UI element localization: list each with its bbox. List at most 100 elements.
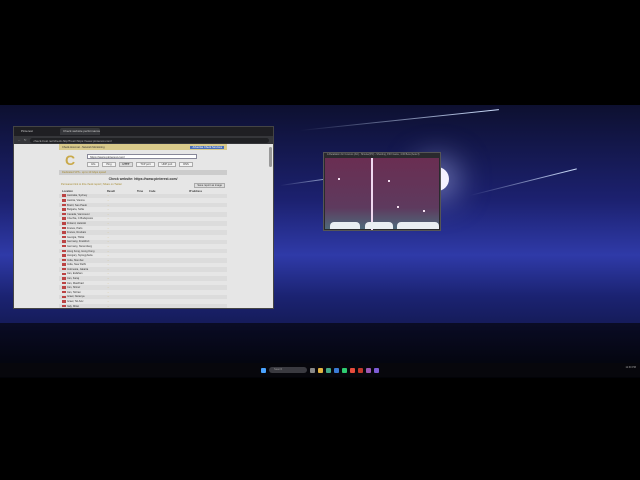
flag-icon [62,244,66,248]
result-cell: ... [107,254,110,258]
advertise-link[interactable]: Advertise Check Services [190,145,224,149]
location-cell: Czechia, C.Budejovice [62,217,107,220]
app-icon[interactable] [326,367,331,373]
tab-bar: Pinterest Check website performance a... [14,127,273,136]
location-cell: Italy, Milan [62,305,107,308]
location-cell: Germany, Frankfurt [62,240,107,243]
taskbar: Search [0,363,640,377]
table-row: Italy, Milan... [59,303,227,309]
shooting-star [469,168,577,196]
location-cell: Canada, Vancouver [62,213,107,216]
location-cell: Iran, Tehran [62,291,107,294]
check-host-logo[interactable]: C [65,153,77,167]
flag-icon [62,304,66,308]
host-input[interactable]: https://www.pinterest.com/ [87,154,197,159]
result-cell: ... [107,194,110,198]
flag-icon [62,300,66,303]
location-cell: Australia, Sydney [62,194,107,197]
game-viewport[interactable] [325,158,439,230]
location-cell: Brazil, Sao Paulo [62,204,107,207]
cloud [330,222,360,229]
result-cell: ... [107,231,110,235]
flag-icon [62,286,66,289]
ping-button[interactable]: Ping [102,162,116,167]
location-cell: Austria, Vienna [62,199,107,202]
page-title: Check website: https://www.pinterest.com… [108,177,178,181]
flag-icon [62,281,66,285]
flag-icon [62,263,66,266]
result-cell: ... [107,290,110,294]
result-cell: ... [107,244,110,248]
result-cell: ... [107,277,110,281]
flag-icon [62,267,66,271]
top-banner: Check-Host.net - Network Monitoring Adve… [59,144,227,150]
task-view-icon[interactable] [310,367,315,373]
flag-icon [62,249,66,253]
tab-pinterest[interactable]: Pinterest [18,128,58,135]
address-bar-row: ← ↻ check-host.net/check-http?host=https… [14,136,273,144]
game-taskbar-icon[interactable] [374,367,379,373]
udp-port-button[interactable]: UDP port [157,162,177,167]
info-button[interactable]: Info [87,162,100,167]
location-cell: Israel, Tel Aviv [62,300,107,303]
flag-icon [62,290,66,294]
game-title: A Retaliation for Cosmos (AC) - Shooter(… [327,153,420,156]
result-cell: ... [107,272,110,276]
flag-icon [62,295,66,299]
location-cell: Hong Kong, Hong Kong [62,250,107,253]
vscode-icon[interactable] [334,367,339,373]
results-table: Location Result Time Code IP address Aus… [59,189,227,309]
app-icon[interactable] [358,367,363,373]
flag-icon [62,194,66,197]
file-explorer-icon[interactable] [318,367,323,373]
dns-button[interactable]: DNS [179,162,193,167]
taskbar-search[interactable]: Search [269,367,307,373]
promo-bar[interactable]: Dedicated VPS - up to 10 Gbps speed [59,170,227,175]
location-cell: Germany, Nuremberg [62,245,107,248]
laser-beam [371,158,373,230]
location-cell: Iran, Shiraz [62,286,107,289]
reload-icon[interactable]: ↻ [24,138,27,142]
col-time: Time [137,189,144,193]
game-window[interactable]: A Retaliation for Cosmos (AC) - Shooter(… [323,152,441,231]
app-icon[interactable] [366,367,371,373]
flag-icon [62,258,66,262]
browser-window[interactable]: Pinterest Check website performance a...… [13,126,274,309]
tcp-port-button[interactable]: TCP port [136,162,155,167]
save-report-button[interactable]: Save report as image [194,183,225,188]
star [388,180,390,182]
location-cell: France, Roubaix [62,231,107,234]
flag-icon [62,203,66,207]
back-icon[interactable]: ← [18,138,21,142]
location-cell: Hungary, Nyiregyhaza [62,254,107,257]
location-cell: Iran, Karaj [62,277,107,280]
location-cell: India, Mumbai [62,259,107,262]
result-cell: ... [107,221,110,225]
result-cell: ... [107,240,110,244]
location-cell: Iran, Esfahan [62,272,107,275]
tab-check-host[interactable]: Check website performance a... [60,128,100,135]
flag-icon [62,226,66,230]
permalink-text[interactable]: Permanent link to this check report | Sh… [61,183,122,186]
star [338,178,340,180]
page-content: Check-Host.net - Network Monitoring Adve… [59,144,227,309]
app-icon[interactable] [342,367,347,373]
col-ip: IP address [189,189,203,193]
cloud [397,222,439,229]
system-clock[interactable]: 11:30 PM [625,366,636,369]
location-cell: Bulgaria, Sofia [62,208,107,211]
start-icon[interactable] [261,367,266,373]
result-cell: ... [107,286,110,290]
scrollbar[interactable] [269,147,272,167]
http-button[interactable]: HTTP [118,162,134,167]
flag-icon [62,240,66,243]
cloud [365,222,393,229]
result-cell: ... [107,281,110,285]
col-result: Result [107,189,115,193]
result-cell: ... [107,208,110,212]
url-field[interactable]: check-host.net/check-http?host=https://w… [29,137,269,143]
col-location[interactable]: Location [62,190,107,193]
result-cell: ... [107,267,110,271]
result-cell: ... [107,249,110,253]
app-icon[interactable] [350,367,355,373]
